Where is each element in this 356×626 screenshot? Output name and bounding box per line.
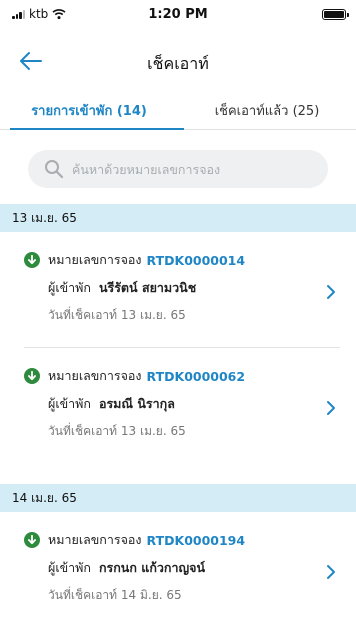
checkout-date: วันที่เช็คเอาท์ 13 เม.ย. 65: [48, 308, 186, 322]
booking-item[interactable]: หมายเลขการจอง RTDK0000194 ผู้เข้าพัก กรก…: [0, 512, 356, 626]
booking-item[interactable]: หมายเลขการจอง RTDK0000062 ผู้เข้าพัก อรม…: [0, 348, 356, 464]
chevron-right-icon: [327, 401, 335, 415]
checkout-date: วันที่เช็คเอาท์ 13 เม.ย. 65: [48, 424, 186, 438]
tab-bar: รายการเข้าพัก (14) เช็คเอาท์แล้ว (25): [0, 90, 356, 130]
booking-number-label: หมายเลขการจอง: [48, 532, 142, 547]
date-header: 13 เม.ย. 65: [0, 204, 356, 232]
booking-list: 13 เม.ย. 65 หมายเลขการจอง RTDK0000014 ผู…: [0, 204, 356, 626]
search-icon: [45, 160, 64, 179]
booking-number-label: หมายเลขการจอง: [48, 252, 142, 267]
arrow-down-circle-icon: [24, 368, 40, 384]
date-header: 14 เม.ย. 65: [0, 484, 356, 512]
page-title: เช็คเอาท์: [147, 54, 209, 73]
status-bar: ktb 1:20 PM: [0, 0, 356, 30]
booking-number: RTDK0000194: [146, 532, 246, 548]
guest-label: ผู้เข้าพัก: [48, 560, 91, 575]
guest-name: อรมณี นิรากุล: [98, 396, 175, 411]
active-tab-indicator: [10, 128, 184, 130]
guest-name: กรกนก แก้วกาญจน์: [98, 560, 206, 575]
arrow-down-circle-icon: [24, 252, 40, 268]
tab-checked-out[interactable]: เช็คเอาท์แล้ว (25): [178, 90, 356, 130]
chevron-right-icon: [327, 285, 335, 299]
status-time: 1:20 PM: [148, 7, 208, 22]
tab-staying[interactable]: รายการเข้าพัก (14): [0, 90, 178, 130]
booking-number: RTDK0000014: [146, 252, 246, 268]
guest-label: ผู้เข้าพัก: [48, 396, 91, 411]
guest-label: ผู้เข้าพัก: [48, 280, 91, 295]
booking-number-label: หมายเลขการจอง: [48, 368, 142, 383]
search-input[interactable]: [72, 161, 312, 177]
booking-item[interactable]: หมายเลขการจอง RTDK0000014 ผู้เข้าพัก นรี…: [0, 232, 356, 348]
chevron-right-icon: [327, 565, 335, 579]
nav-bar: เช็คเอาท์: [0, 30, 356, 90]
booking-number: RTDK0000062: [146, 368, 246, 384]
search-bar[interactable]: [28, 150, 328, 188]
guest-name: นรีรัตน์ สยามวนิช: [98, 280, 197, 295]
battery-icon: [322, 9, 349, 20]
arrow-down-circle-icon: [24, 532, 40, 548]
checkout-date: วันที่เช็คเอาท์ 14 มิ.ย. 65: [48, 588, 182, 602]
